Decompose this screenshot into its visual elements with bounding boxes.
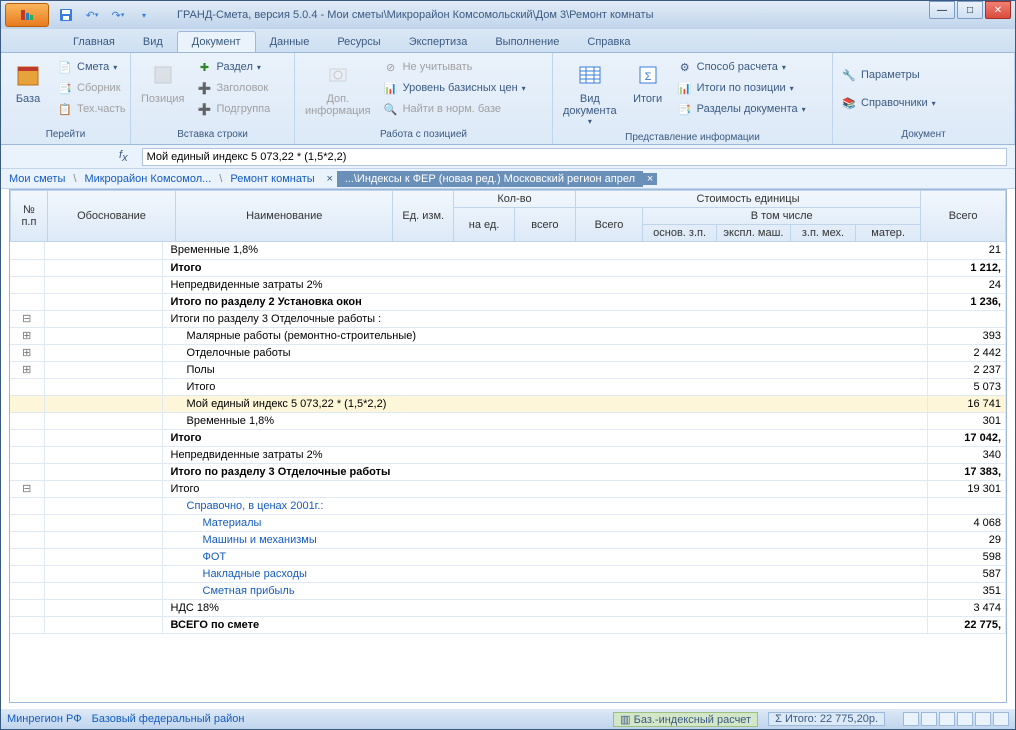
qat-save-icon[interactable]: [55, 4, 77, 26]
razdel-button[interactable]: ✚Раздел ▾: [193, 57, 275, 77]
minimize-button[interactable]: —: [929, 1, 955, 19]
uroven-button[interactable]: 📊Уровень базисных цен ▾: [379, 78, 530, 98]
window-title: ГРАНД-Смета, версия 5.0.4 - Мои сметы\Ми…: [167, 9, 1015, 21]
itogi-button[interactable]: Σ Итоги: [625, 57, 671, 107]
table-row[interactable]: Непредвиденные затраты 2%24: [10, 276, 1006, 293]
breadcrumb-3[interactable]: Ремонт комнаты: [222, 171, 322, 187]
ribbon-tab-6[interactable]: Выполнение: [481, 32, 573, 52]
fx-icon[interactable]: fx: [113, 149, 134, 164]
ribbon-tab-1[interactable]: Вид: [129, 32, 177, 52]
close-button[interactable]: ✕: [985, 1, 1011, 19]
table-row[interactable]: ⊞Отделочные работы2 442: [10, 344, 1006, 361]
parametry-button[interactable]: 🔧Параметры: [837, 65, 940, 85]
sposob-button[interactable]: ⚙Способ расчета ▾: [673, 57, 810, 77]
status-total: Σ Итого: 22 775,20р.: [768, 712, 885, 726]
table-row[interactable]: ⊟Итоги по разделу 3 Отделочные работы :: [10, 310, 1006, 327]
ribbon-tab-5[interactable]: Экспертиза: [395, 32, 482, 52]
base-button[interactable]: База: [5, 57, 51, 107]
table-row[interactable]: НДС 18%3 474: [10, 599, 1006, 616]
table-row[interactable]: Мой единый индекс 5 073,22 * (1,5*2,2)16…: [10, 395, 1006, 412]
naiti-button[interactable]: 🔍Найти в норм. базе: [379, 99, 530, 119]
podgruppa-button[interactable]: ➕Подгруппа: [193, 99, 275, 119]
ribbon-tab-2[interactable]: Документ: [177, 31, 256, 52]
position-button[interactable]: Позиция: [135, 57, 191, 107]
tab-close-icon[interactable]: ×: [323, 173, 337, 185]
status-region[interactable]: Минрегион РФ: [7, 713, 82, 725]
smeta-button[interactable]: 📄Смета ▾: [53, 57, 130, 77]
ribbon-tab-3[interactable]: Данные: [256, 32, 324, 52]
dopinfo-button[interactable]: Доп. информация: [299, 57, 377, 119]
spravoch-button[interactable]: 📚Справочники ▾: [837, 93, 940, 113]
tab-close-icon[interactable]: ×: [643, 173, 657, 185]
table-row[interactable]: Временные 1,8%21: [10, 242, 1006, 259]
neuchit-button[interactable]: ⊘Не учитывать: [379, 57, 530, 77]
ribbon-tab-0[interactable]: Главная: [59, 32, 129, 52]
status-bar: Минрегион РФ Базовый федеральный район ▥…: [1, 709, 1015, 729]
table-row[interactable]: Итого5 073: [10, 378, 1006, 395]
estimate-grid[interactable]: № п.п Обоснование Наименование Ед. изм. …: [9, 189, 1007, 703]
app-menu-button[interactable]: [5, 3, 49, 27]
zagolovok-button[interactable]: ➕Заголовок: [193, 78, 275, 98]
table-row[interactable]: Итого по разделу 3 Отделочные работы17 3…: [10, 463, 1006, 480]
qat-undo-icon[interactable]: ↶▾: [81, 4, 103, 26]
table-row[interactable]: Итого1 212,: [10, 259, 1006, 276]
ribbon-tab-4[interactable]: Ресурсы: [323, 32, 394, 52]
maximize-button[interactable]: □: [957, 1, 983, 19]
table-row[interactable]: Итого по разделу 2 Установка окон1 236,: [10, 293, 1006, 310]
table-row[interactable]: Справочно, в ценах 2001г.:: [10, 497, 1006, 514]
table-row[interactable]: Накладные расходы587: [10, 565, 1006, 582]
formula-input[interactable]: [142, 148, 1007, 166]
table-row[interactable]: ⊞Полы2 237: [10, 361, 1006, 378]
table-row[interactable]: Сметная прибыль351: [10, 582, 1006, 599]
table-row[interactable]: Временные 1,8%301: [10, 412, 1006, 429]
status-view-icons[interactable]: [903, 712, 1009, 726]
ribbon-tabs: ГлавнаяВидДокументДанныеРесурсыЭкспертиз…: [1, 29, 1015, 53]
active-tab[interactable]: ...\Индексы к ФЕР (новая ред.) Московски…: [337, 171, 643, 187]
document-tabs: Мои сметы\ Микрорайон Комсомол...\ Ремон…: [1, 169, 1015, 189]
breadcrumb-1[interactable]: Мои сметы: [1, 171, 73, 187]
table-row[interactable]: ФОТ598: [10, 548, 1006, 565]
status-calc[interactable]: ▥ Баз.-индексный расчет: [613, 712, 758, 727]
table-row[interactable]: ⊟Итого19 301: [10, 480, 1006, 497]
table-row[interactable]: Итого17 042,: [10, 429, 1006, 446]
itogipoz-button[interactable]: 📊Итоги по позиции ▾: [673, 78, 810, 98]
ribbon: База 📄Смета ▾ 📑Сборник 📋Тех.часть Перейт…: [1, 53, 1015, 145]
tehchast-button[interactable]: 📋Тех.часть: [53, 99, 130, 119]
breadcrumb-2[interactable]: Микрорайон Комсомол...: [76, 171, 219, 187]
table-row[interactable]: Непредвиденные затраты 2%340: [10, 446, 1006, 463]
status-base[interactable]: Базовый федеральный район: [92, 713, 245, 725]
sbornik-button[interactable]: 📑Сборник: [53, 78, 130, 98]
table-row[interactable]: Материалы4 068: [10, 514, 1006, 531]
svg-text:Σ: Σ: [644, 71, 651, 83]
viddoc-button[interactable]: Вид документа▾: [557, 57, 623, 128]
table-row[interactable]: Машины и механизмы29: [10, 531, 1006, 548]
razdely-button[interactable]: 📑Разделы документа ▾: [673, 99, 810, 119]
qat-redo-icon[interactable]: ↷▾: [107, 4, 129, 26]
table-row[interactable]: ⊞Малярные работы (ремонтно-строительные)…: [10, 327, 1006, 344]
ribbon-tab-7[interactable]: Справка: [573, 32, 644, 52]
qat-customize-icon[interactable]: ▾: [133, 4, 155, 26]
table-row[interactable]: ВСЕГО по смете22 775,: [10, 616, 1006, 633]
